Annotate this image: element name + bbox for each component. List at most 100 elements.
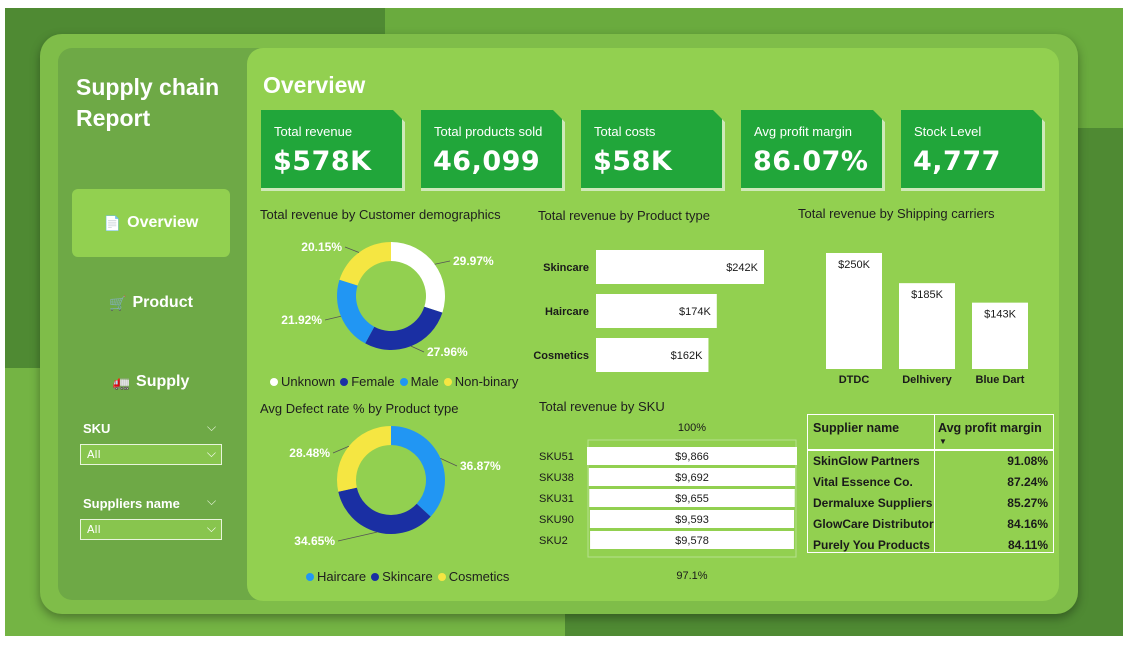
- data-label: 34.65%: [294, 534, 335, 548]
- nav-supply-label: Supply: [136, 373, 190, 390]
- supplier-name-cell: SkinGlow Partners: [813, 454, 920, 468]
- legend-label: Unknown: [281, 374, 336, 389]
- sku-filter-label: SKU: [83, 421, 111, 436]
- legend-swatch: [399, 377, 408, 386]
- margin-cell: 84.11%: [1007, 538, 1048, 552]
- kpi-label: Avg profit margin: [754, 124, 853, 139]
- kpi-label: Stock Level: [914, 124, 982, 139]
- margin-cell: 87.24%: [1007, 475, 1048, 489]
- nav-overview-button[interactable]: 📄 Overview: [72, 189, 230, 257]
- donut-slice-female[interactable]: [365, 306, 443, 350]
- nav-product-button[interactable]: 🛒 Product: [72, 269, 230, 337]
- table-row[interactable]: Purely You Products 84.11%: [808, 535, 1053, 556]
- legend-swatch: [340, 377, 349, 386]
- funnel-bottom-label: 97.1%: [676, 570, 707, 582]
- data-label: 21.92%: [281, 313, 322, 327]
- category-label: Haircare: [545, 306, 589, 318]
- sku-chart-title: Total revenue by SKU: [539, 399, 665, 414]
- legend-label: Non-binary: [454, 374, 519, 389]
- defect-rate-legend: Haircare Skincare Cosmetics: [306, 569, 509, 584]
- legend-item[interactable]: Cosmetics: [437, 569, 510, 584]
- data-label: 27.96%: [427, 345, 468, 359]
- legend-label: Skincare: [382, 569, 433, 584]
- donut-slice-skincare[interactable]: [338, 487, 431, 534]
- legend-label: Cosmetics: [448, 569, 510, 584]
- kpi-card-total-revenue: Total revenue $578K: [261, 110, 405, 191]
- demographics-chart-title: Total revenue by Customer demographics: [260, 207, 501, 222]
- kpi-card-total-products-sold: Total products sold 46,099: [421, 110, 565, 191]
- data-label: 36.87%: [460, 459, 501, 473]
- category-label: Delhivery: [902, 374, 952, 386]
- legend-item[interactable]: Unknown: [270, 374, 335, 389]
- donut-slice-male[interactable]: [337, 279, 375, 344]
- data-label: $242K: [726, 262, 758, 274]
- leader-line: [434, 260, 451, 265]
- nav-overview-label: Overview: [127, 214, 199, 231]
- kpi-value: 4,777: [913, 146, 1001, 177]
- kpi-card-stock-level: Stock Level 4,777: [901, 110, 1045, 191]
- sku-filter-select[interactable]: All ⌵: [80, 444, 222, 465]
- demographics-legend: Unknown Female Male Non-binary: [270, 374, 518, 389]
- truck-icon: 🚛: [112, 373, 131, 390]
- chevron-down-icon[interactable]: ⌵: [207, 420, 216, 435]
- column-header-margin[interactable]: Avg profit margin: [938, 421, 1042, 435]
- legend-item[interactable]: Haircare: [306, 569, 366, 584]
- table-row[interactable]: Vital Essence Co. 87.24%: [808, 472, 1053, 493]
- shipping-carriers-bar-chart[interactable]: $250K DTDC $185K Delhivery $143K Blue Dart: [810, 240, 1050, 390]
- donut-slice-cosmetics[interactable]: [337, 426, 391, 492]
- sort-descending-icon[interactable]: ▼: [939, 437, 947, 446]
- kpi-label: Total revenue: [274, 124, 353, 139]
- shipping-carriers-chart-title: Total revenue by Shipping carriers: [798, 206, 995, 221]
- category-label: DTDC: [839, 374, 870, 386]
- sku-funnel-chart[interactable]: 100% $9,866 SKU51 $9,692 SKU38 $9,655 SKU31 $9,…: [535, 418, 805, 588]
- chevron-down-icon[interactable]: ⌵: [207, 494, 216, 509]
- kpi-label: Total costs: [594, 124, 656, 139]
- legend-swatch: [443, 377, 452, 386]
- category-label: Skincare: [543, 262, 589, 274]
- suppliers-filter-select[interactable]: All ⌵: [80, 519, 222, 540]
- category-label: SKU31: [539, 493, 574, 505]
- legend-item[interactable]: Skincare: [371, 569, 433, 584]
- category-label: SKU38: [539, 472, 574, 484]
- legend-swatch: [270, 377, 278, 386]
- data-label: $9,655: [675, 493, 709, 505]
- report-title-line1: Supply chain: [76, 74, 220, 100]
- data-label: $143K: [984, 309, 1016, 321]
- chevron-down-icon: ⌵: [206, 521, 216, 535]
- data-label: $9,692: [675, 472, 709, 484]
- product-type-bar-chart[interactable]: Skincare $242K Haircare $174K Cosmetics $162K: [530, 240, 790, 380]
- legend-item[interactable]: Non-binary: [443, 374, 519, 389]
- nav-supply-button[interactable]: 🚛 Supply: [72, 348, 230, 416]
- legend-swatch: [306, 572, 314, 581]
- donut-slice-unknown[interactable]: [391, 242, 445, 313]
- table-row[interactable]: Dermaluxe Suppliers 85.27%: [808, 493, 1053, 514]
- defect-rate-donut-chart[interactable]: 36.87% 34.65% 28.48%: [260, 420, 520, 570]
- legend-item[interactable]: Female: [340, 374, 395, 389]
- category-label: SKU51: [539, 451, 574, 463]
- kpi-value: 86.07%: [753, 146, 869, 177]
- table-header: Supplier name Avg profit margin ▼: [808, 415, 1053, 451]
- donut-slice-non-binary[interactable]: [339, 242, 391, 286]
- legend-swatch: [437, 572, 446, 581]
- margin-cell: 91.08%: [1007, 454, 1048, 468]
- leader-line: [337, 531, 378, 542]
- category-label: SKU90: [539, 514, 574, 526]
- legend-item[interactable]: Male: [399, 374, 439, 389]
- demographics-donut-chart[interactable]: 29.97% 27.96% 21.92% 20.15%: [260, 228, 520, 378]
- cart-icon: 🛒: [109, 294, 127, 311]
- category-label: Cosmetics: [533, 350, 589, 362]
- kpi-card-total-costs: Total costs $58K: [581, 110, 725, 191]
- data-label: 29.97%: [453, 254, 494, 268]
- table-row[interactable]: GlowCare Distributor 84.16%: [808, 514, 1053, 535]
- kpi-label: Total products sold: [434, 124, 543, 139]
- kpi-value: $578K: [273, 146, 372, 177]
- report-title-line2: Report: [76, 105, 151, 131]
- legend-label: Female: [351, 374, 395, 389]
- leader-line: [324, 315, 342, 321]
- donut-slice-haircare[interactable]: [391, 426, 445, 517]
- nav-product-label: Product: [132, 294, 193, 311]
- chevron-down-icon: ⌵: [206, 446, 216, 460]
- column-header-supplier[interactable]: Supplier name: [813, 421, 899, 435]
- table-row[interactable]: SkinGlow Partners 91.08%: [808, 451, 1053, 472]
- data-label: $162K: [671, 350, 703, 362]
